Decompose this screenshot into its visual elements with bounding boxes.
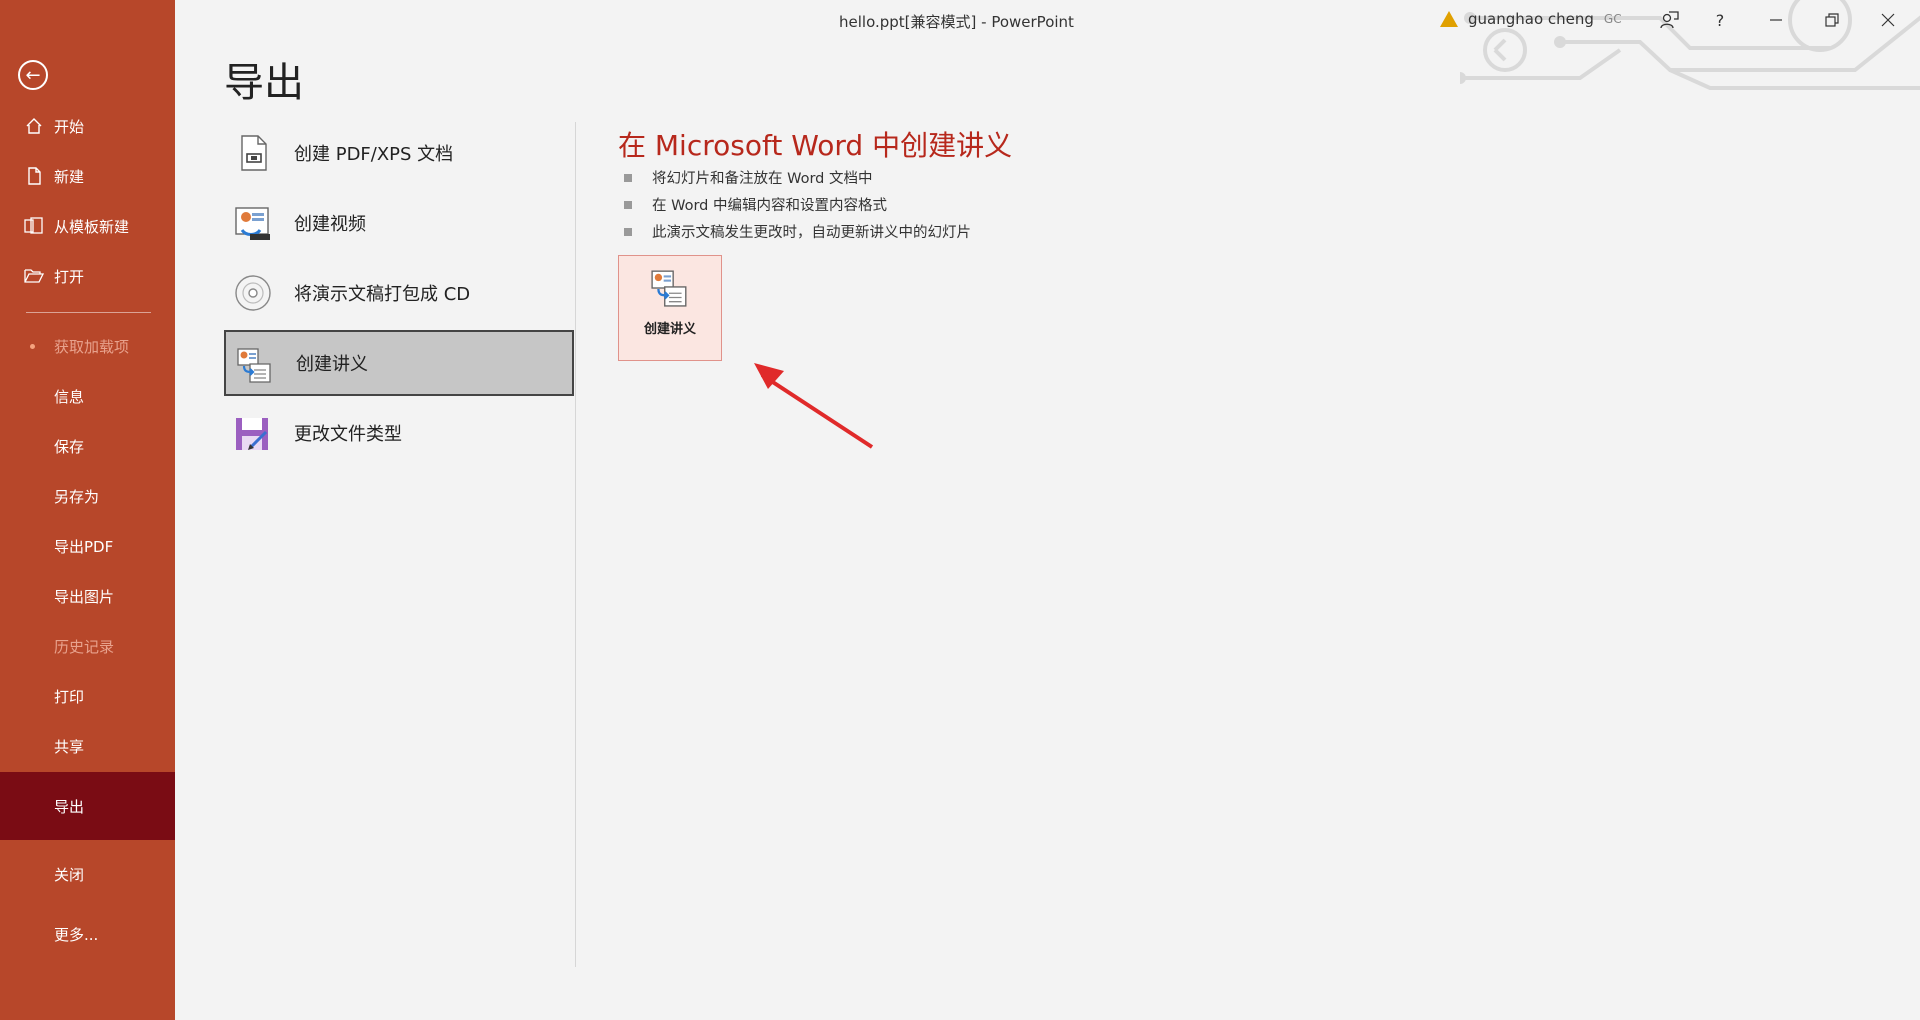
list-item: 将幻灯片和备注放在 Word 文档中 [624, 164, 971, 191]
back-arrow-icon[interactable]: ← [18, 60, 48, 90]
minimize-icon[interactable] [1762, 8, 1790, 32]
title-bar: hello.ppt[兼容模式] - PowerPoint guanghao ch… [175, 0, 1920, 90]
vertical-divider [575, 122, 576, 967]
handout-icon [237, 348, 271, 383]
backstage-sidebar: ← 开始 新建 从模板新建 打开 获取加载项 信息 保存 另存为 导出PDF 导… [0, 0, 175, 1020]
sidebar-item-label: 导出 [54, 797, 85, 816]
feedback-icon[interactable] [1655, 8, 1683, 32]
option-label: 创建视频 [294, 214, 366, 235]
sidebar-item-label: 另存为 [54, 487, 100, 506]
bullet-square-icon [624, 200, 632, 209]
option-change-file-type[interactable]: 更改文件类型 [224, 400, 574, 466]
option-label: 将演示文稿打包成 CD [294, 284, 471, 305]
list-item: 此演示文稿发生更改时，自动更新讲义中的幻灯片 [624, 218, 971, 245]
warning-icon [1440, 11, 1458, 27]
sidebar-item-label: 打开 [54, 267, 85, 286]
sidebar-item-label: 导出PDF [54, 537, 114, 556]
sidebar-item-label: 历史记录 [54, 637, 115, 656]
list-item: 在 Word 中编辑内容和设置内容格式 [624, 191, 971, 218]
option-label: 创建讲义 [296, 354, 368, 375]
sidebar-item-get-addins[interactable]: 获取加载项 [0, 324, 175, 368]
sidebar-item-label: 开始 [54, 117, 85, 136]
sidebar-item-save-as[interactable]: 另存为 [0, 474, 175, 518]
sidebar-item-close[interactable]: 关闭 [0, 852, 175, 896]
cd-icon [235, 275, 271, 311]
bullet-text: 将幻灯片和备注放在 Word 文档中 [652, 171, 873, 187]
bullet-square-icon [624, 173, 632, 182]
sidebar-item-export-image[interactable]: 导出图片 [0, 574, 175, 618]
sidebar-item-home[interactable]: 开始 [0, 104, 175, 148]
sidebar-item-label: 导出图片 [54, 587, 115, 606]
detail-bullets: 将幻灯片和备注放在 Word 文档中 在 Word 中编辑内容和设置内容格式 此… [624, 164, 971, 245]
sidebar-item-print[interactable]: 打印 [0, 674, 175, 718]
sidebar-divider [26, 312, 151, 313]
user-initials-avatar: GC [1603, 12, 1622, 26]
option-create-video[interactable]: 创建视频 [224, 190, 574, 256]
change-file-type-icon [236, 418, 268, 450]
handout-icon [651, 270, 687, 307]
create-handouts-label: 创建讲义 [643, 322, 696, 337]
option-create-pdf-xps[interactable]: 创建 PDF/XPS 文档 [224, 120, 574, 186]
sidebar-item-label: 更多... [54, 925, 99, 944]
sidebar-item-label: 从模板新建 [54, 217, 130, 236]
bullet-square-icon [624, 227, 632, 236]
bullet-dot-icon [30, 344, 35, 349]
option-create-handouts[interactable]: 创建讲义 [224, 330, 574, 396]
user-account[interactable]: guanghao cheng GC [1440, 10, 1622, 28]
sidebar-item-more[interactable]: 更多... [0, 912, 175, 956]
page-title: 导出 [224, 60, 304, 106]
sidebar-item-save[interactable]: 保存 [0, 424, 175, 468]
close-icon[interactable] [1874, 8, 1902, 32]
sidebar-item-export[interactable]: 导出 [0, 772, 175, 840]
bullet-text: 此演示文稿发生更改时，自动更新讲义中的幻灯片 [652, 225, 971, 241]
option-label: 更改文件类型 [294, 424, 402, 445]
help-button[interactable]: ? [1706, 8, 1734, 32]
folder-open-icon [24, 266, 44, 286]
sidebar-item-label: 新建 [54, 167, 85, 186]
sidebar-item-label: 保存 [54, 437, 85, 456]
restore-icon[interactable] [1818, 8, 1846, 32]
pdf-doc-icon [241, 135, 267, 171]
video-icon [235, 207, 270, 240]
option-package-cd[interactable]: 将演示文稿打包成 CD [224, 260, 574, 326]
sidebar-item-share[interactable]: 共享 [0, 724, 175, 768]
sidebar-item-label: 共享 [54, 737, 85, 756]
sidebar-item-info[interactable]: 信息 [0, 374, 175, 418]
sidebar-item-new-from-template[interactable]: 从模板新建 [0, 204, 175, 248]
detail-title: 在 Microsoft Word 中创建讲义 [618, 129, 1013, 162]
sidebar-item-label: 信息 [54, 387, 85, 406]
user-name: guanghao cheng [1468, 10, 1594, 28]
option-label: 创建 PDF/XPS 文档 [294, 144, 454, 165]
sidebar-item-open[interactable]: 打开 [0, 254, 175, 298]
red-arrow-annotation-icon [754, 363, 874, 449]
create-handouts-button[interactable]: 创建讲义 [618, 255, 722, 361]
window-title: hello.ppt[兼容模式] - PowerPoint [839, 13, 1074, 31]
sidebar-item-history[interactable]: 历史记录 [0, 624, 175, 668]
bullet-text: 在 Word 中编辑内容和设置内容格式 [652, 198, 887, 214]
new-doc-icon [24, 166, 44, 186]
sidebar-item-new[interactable]: 新建 [0, 154, 175, 198]
home-icon [24, 116, 44, 136]
sidebar-item-label: 关闭 [54, 865, 85, 884]
sidebar-item-export-pdf[interactable]: 导出PDF [0, 524, 175, 568]
template-icon [24, 216, 44, 236]
sidebar-item-label: 打印 [54, 687, 85, 706]
sidebar-item-label: 获取加载项 [54, 337, 130, 356]
